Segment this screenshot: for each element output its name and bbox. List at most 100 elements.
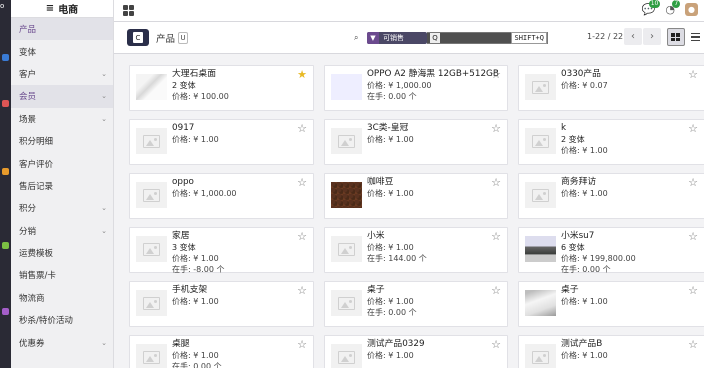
favorite-star-icon[interactable]: ☆ (297, 176, 307, 189)
sidebar-item-label: 积分明细 (19, 137, 54, 148)
rail-app-icon[interactable] (2, 54, 9, 61)
pager-next-button[interactable]: › (643, 28, 661, 45)
sidebar-item[interactable]: 客户评价 (11, 152, 113, 174)
favorite-star-icon[interactable]: ☆ (688, 284, 698, 297)
chevron-down-icon[interactable]: ⌄ (101, 339, 107, 347)
product-card[interactable]: 桌腿 价格: ¥ 1.00 在手: 0.00 个 ☆ (129, 335, 314, 368)
favorite-star-icon[interactable]: ☆ (297, 122, 307, 135)
kanban-view-icon[interactable] (667, 28, 685, 46)
list-view-icon[interactable] (687, 29, 703, 45)
new-button[interactable]: C (127, 29, 149, 46)
favorite-star-icon[interactable]: ☆ (297, 230, 307, 243)
product-image (331, 182, 362, 208)
product-card[interactable]: 手机支架 价格: ¥ 1.00 ☆ (129, 281, 314, 327)
sidebar-item[interactable]: 会员 ⌄ (11, 85, 113, 108)
product-card[interactable]: 测试产品0329 价格: ¥ 1.00 ☆ (324, 335, 508, 368)
sidebar-item[interactable]: 变体 (11, 40, 113, 62)
product-price: 价格: ¥ 1.00 (367, 297, 414, 306)
product-card[interactable]: 家居 3 变体 价格: ¥ 1.00 在手: -8.00 个 ☆ (129, 227, 314, 274)
action-gear-key[interactable]: U (178, 32, 188, 44)
sidebar-item-label: 客户 (19, 69, 37, 80)
product-card[interactable]: k 2 变体 价格: ¥ 1.00 ☆ (518, 119, 704, 165)
favorite-star-icon[interactable]: ☆ (688, 68, 698, 81)
pager-value[interactable]: 1-22 / 22 (587, 32, 623, 41)
sidebar-header[interactable]: ≡ 电商 (11, 0, 113, 18)
placeholder-image-icon (136, 128, 167, 154)
sidebar-item[interactable]: 客户 ⌄ (11, 63, 113, 85)
product-card[interactable]: 0917 价格: ¥ 1.00 ☆ (129, 119, 314, 165)
search-bar[interactable]: ⌕ ▼ 可销售 Q SHIFT+Q (354, 31, 548, 45)
favorite-star-icon[interactable]: ☆ (491, 176, 501, 189)
product-stock: 在手: 0.00 个 (367, 308, 417, 317)
favorite-star-icon[interactable]: ★ (297, 68, 307, 81)
search-facet[interactable]: ▼ 可销售 (367, 32, 427, 44)
sidebar-item[interactable]: 产品 (11, 18, 113, 41)
chevron-down-icon[interactable]: ⌄ (101, 227, 107, 235)
favorite-star-icon[interactable]: ☆ (688, 176, 698, 189)
sidebar-item[interactable]: 优惠券 ⌄ (11, 331, 113, 353)
product-price: 价格: ¥ 100.00 (172, 92, 229, 101)
rail-app-icon[interactable] (2, 100, 9, 107)
product-card[interactable]: 小米 价格: ¥ 1.00 在手: 144.00 个 ☆ (324, 227, 508, 273)
product-card[interactable]: 0330产品 价格: ¥ 0.07 ☆ (518, 65, 704, 111)
favorite-star-icon[interactable]: ☆ (688, 122, 698, 135)
chevron-down-icon[interactable]: ⌄ (101, 70, 107, 78)
pager-prev-button[interactable]: ‹ (624, 28, 642, 45)
sidebar-menu: 产品 变体 客户 ⌄ 会员 ⌄ 场景 ⌄ 积分明细 客户评价 售后记录 积分 ⌄ 分销 ⌄ 运费模板 销售票/卡… (11, 18, 113, 354)
product-price: 价格: ¥ 199,800.00 (561, 254, 636, 263)
avatar[interactable]: ● (685, 3, 698, 16)
favorite-star-icon[interactable]: ☆ (688, 338, 698, 351)
product-card[interactable]: 桌子 价格: ¥ 1.00 ☆ (518, 281, 704, 327)
rail-app-icon[interactable] (2, 308, 9, 315)
product-card[interactable]: OPPO A2 静海黑 12GB+512GB 价格: ¥ 1,000.00 在手: … (324, 65, 508, 111)
chevron-down-icon[interactable]: ⌄ (101, 115, 107, 123)
product-card[interactable]: 大理石桌面 2 变体 价格: ¥ 100.00 ★ (129, 65, 314, 111)
product-price: 价格: ¥ 1.00 (367, 243, 414, 252)
placeholder-image-icon (331, 344, 362, 368)
sidebar-item[interactable]: 场景 ⌄ (11, 108, 113, 130)
product-variants: 2 变体 (561, 135, 585, 144)
product-card[interactable]: 测试产品B 价格: ¥ 1.00 ☆ (518, 335, 704, 368)
search-input[interactable]: Q SHIFT+Q (427, 32, 548, 44)
sidebar-item[interactable]: 积分明细 (11, 130, 113, 152)
product-price: 价格: ¥ 1,000.00 (367, 81, 432, 90)
favorite-star-icon[interactable]: ☆ (491, 68, 501, 81)
menu-icon[interactable]: ≡ (46, 3, 54, 14)
sidebar-item[interactable]: 分销 ⌄ (11, 220, 113, 242)
placeholder-image-icon (136, 290, 167, 316)
rail-app-icon[interactable] (2, 242, 9, 249)
product-price: 价格: ¥ 1.00 (367, 135, 414, 144)
product-card[interactable]: 小米su7 6 变体 价格: ¥ 199,800.00 在手: 0.00 个 ☆ (518, 227, 704, 274)
favorite-star-icon[interactable]: ☆ (297, 338, 307, 351)
favorite-star-icon[interactable]: ☆ (491, 122, 501, 135)
favorite-star-icon[interactable]: ☆ (491, 338, 501, 351)
sidebar-item[interactable]: 积分 ⌄ (11, 197, 113, 219)
sidebar-item[interactable]: 销售票/卡 (11, 264, 113, 286)
apps-grid-icon[interactable] (123, 5, 134, 16)
sidebar-item[interactable]: 秒杀/特价活动 (11, 309, 113, 331)
favorite-star-icon[interactable]: ☆ (491, 230, 501, 243)
systray: 💬 10 ◔ 7 ● (642, 0, 698, 16)
sidebar-item[interactable]: 物流商 (11, 287, 113, 309)
chevron-down-icon[interactable]: ⌄ (101, 92, 107, 100)
product-card[interactable]: oppo 价格: ¥ 1,000.00 ☆ (129, 173, 314, 219)
chevron-down-icon[interactable]: ⌄ (101, 204, 107, 212)
activity-count-badge: 7 (672, 0, 681, 8)
activity-icon[interactable]: ◔ 7 (665, 0, 681, 16)
chat-icon[interactable]: 💬 10 (642, 0, 661, 16)
favorite-star-icon[interactable]: ☆ (688, 230, 698, 243)
favorite-star-icon[interactable]: ☆ (297, 284, 307, 297)
product-card[interactable]: 商务拜访 价格: ¥ 1.00 ☆ (518, 173, 704, 219)
product-price: 价格: ¥ 1.00 (367, 351, 414, 360)
rail-app-icon[interactable] (2, 168, 9, 175)
favorite-star-icon[interactable]: ☆ (491, 284, 501, 297)
shortcut-hint: SHIFT+Q (511, 32, 547, 44)
product-card[interactable]: 3C类-皇冠 价格: ¥ 1.00 ☆ (324, 119, 508, 165)
product-card[interactable]: 桌子 价格: ¥ 1.00 在手: 0.00 个 ☆ (324, 281, 508, 327)
product-image (331, 74, 362, 100)
sidebar-item[interactable]: 售后记录 (11, 175, 113, 197)
product-price: 价格: ¥ 1.00 (367, 189, 414, 198)
product-card[interactable]: 咖啡豆 价格: ¥ 1.00 ☆ (324, 173, 508, 219)
sidebar-item[interactable]: 运费模板 (11, 242, 113, 264)
product-image (525, 236, 556, 262)
